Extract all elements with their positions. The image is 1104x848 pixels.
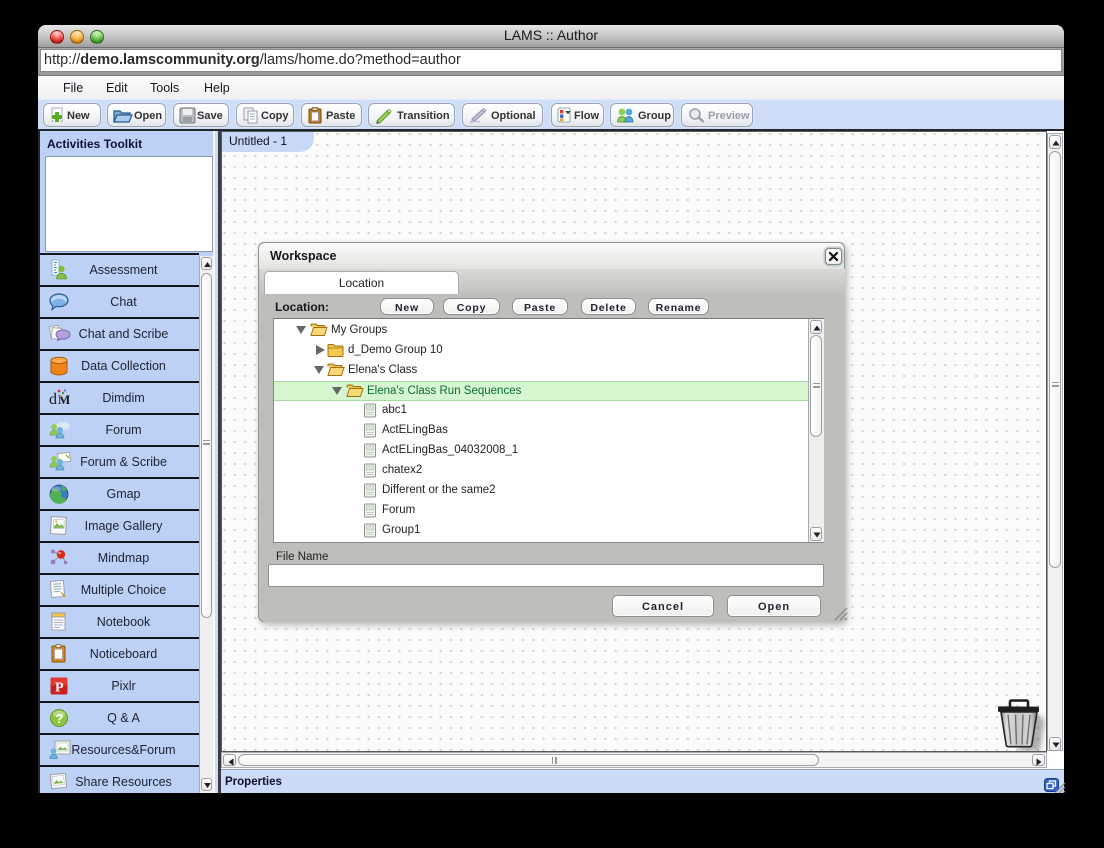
svg-text:?: ? <box>56 711 64 726</box>
svg-text:P: P <box>55 681 64 696</box>
svg-text:d: d <box>49 391 57 408</box>
